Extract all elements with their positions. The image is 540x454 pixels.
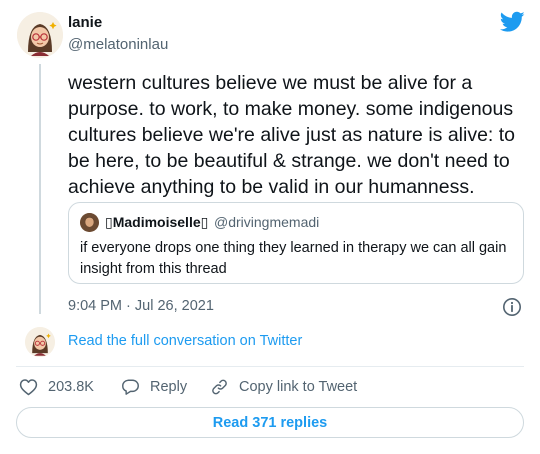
thread-connector-line [39, 64, 41, 314]
author-avatar[interactable] [17, 12, 63, 58]
speech-bubble-icon [122, 379, 139, 395]
like-button[interactable]: 203.8K [19, 377, 94, 397]
quoted-author-handle: @drivingmemadi [214, 214, 320, 230]
quoted-tweet-text: if everyone drops one thing they learned… [80, 240, 507, 277]
reply-label: Reply [150, 379, 188, 395]
cartoon-avatar-glasses-icon [25, 327, 55, 357]
author-avatar-small[interactable] [25, 327, 55, 357]
heart-icon [19, 379, 38, 396]
reply-button[interactable]: Reply [121, 377, 187, 397]
cartoon-avatar-glasses-icon [17, 12, 63, 58]
link-icon [212, 379, 227, 395]
copy-link-label: Copy link to Tweet [239, 379, 358, 395]
author-handle[interactable]: @melatoninlau [68, 36, 168, 53]
quoted-author-avatar [80, 213, 99, 232]
info-icon[interactable] [502, 297, 522, 317]
divider [16, 366, 524, 367]
twitter-bird-icon[interactable] [500, 11, 525, 33]
quoted-avatar-photo-icon [80, 213, 99, 232]
tweet-text: western cultures believe we must be aliv… [68, 72, 516, 198]
copy-link-button[interactable]: Copy link to Tweet [210, 377, 357, 397]
read-full-conversation-link[interactable]: Read the full conversation on Twitter [68, 333, 302, 349]
author-display-name[interactable]: lanie [68, 14, 102, 31]
quoted-author-display-name: ▯Madimoiselle▯ [105, 214, 209, 230]
read-replies-button[interactable]: Read 371 replies [16, 407, 524, 438]
tweet-timestamp[interactable]: 9:04 PM · Jul 26, 2021 [68, 298, 214, 314]
quoted-tweet-card[interactable]: ▯Madimoiselle▯ @drivingmemadi if everyon… [68, 202, 524, 284]
like-count: 203.8K [48, 379, 94, 395]
